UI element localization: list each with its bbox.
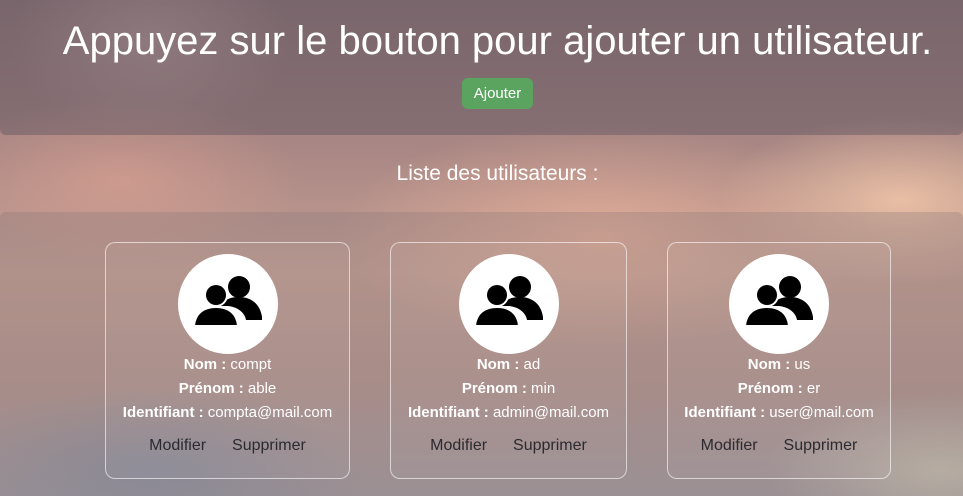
avatar [178, 254, 278, 354]
delete-button[interactable]: Supprimer [513, 436, 587, 456]
identifiant-value: compta@mail.com [207, 404, 333, 421]
users-group-icon [475, 276, 543, 327]
nom-value: us [794, 356, 811, 373]
user-nom-line: Nom : us [668, 355, 890, 375]
identifiant-value: user@mail.com [769, 404, 874, 421]
user-identifiant-line: Identifiant : user@mail.com [668, 403, 890, 423]
page-title: Appuyez sur le bouton pour ajouter un ut… [62, 19, 933, 63]
prenom-value: able [247, 380, 277, 397]
modify-button[interactable]: Modifier [701, 436, 758, 456]
card-actions: Modifier Supprimer [391, 436, 626, 456]
prenom-label: Prénom : [178, 380, 244, 397]
prenom-label: Prénom : [737, 380, 803, 397]
delete-button[interactable]: Supprimer [232, 436, 306, 456]
users-group-icon [745, 276, 813, 327]
user-nom-line: Nom : compt [106, 355, 349, 375]
user-card: Nom : us Prénom : er Identifiant : user@… [667, 242, 891, 479]
prenom-value: min [531, 380, 556, 397]
user-prenom-line: Prénom : er [668, 379, 890, 399]
delete-button[interactable]: Supprimer [784, 436, 858, 456]
nom-label: Nom : [747, 356, 791, 373]
nom-value: ad [523, 356, 541, 373]
avatar [729, 254, 829, 354]
avatar [459, 254, 559, 354]
user-card: Nom : ad Prénom : min Identifiant : admi… [390, 242, 627, 479]
card-actions: Modifier Supprimer [668, 436, 890, 456]
identifiant-label: Identifiant : [122, 404, 204, 421]
user-identifiant-line: Identifiant : admin@mail.com [391, 403, 626, 423]
user-card: Nom : compt Prénom : able Identifiant : … [105, 242, 350, 479]
user-list-heading: Liste des utilisateurs : [396, 162, 599, 185]
prenom-value: er [806, 380, 821, 397]
user-identifiant-line: Identifiant : compta@mail.com [106, 403, 349, 423]
nom-label: Nom : [183, 356, 227, 373]
identifiant-label: Identifiant : [407, 404, 489, 421]
nom-label: Nom : [476, 356, 520, 373]
modify-button[interactable]: Modifier [149, 436, 206, 456]
user-prenom-line: Prénom : min [391, 379, 626, 399]
card-actions: Modifier Supprimer [106, 436, 349, 456]
add-user-button[interactable]: Ajouter [462, 78, 533, 109]
users-group-icon [194, 276, 262, 327]
identifiant-label: Identifiant : [684, 404, 766, 421]
modify-button[interactable]: Modifier [430, 436, 487, 456]
nom-value: compt [230, 356, 272, 373]
user-nom-line: Nom : ad [391, 355, 626, 375]
identifiant-value: admin@mail.com [492, 404, 610, 421]
user-prenom-line: Prénom : able [106, 379, 349, 399]
prenom-label: Prénom : [461, 380, 527, 397]
